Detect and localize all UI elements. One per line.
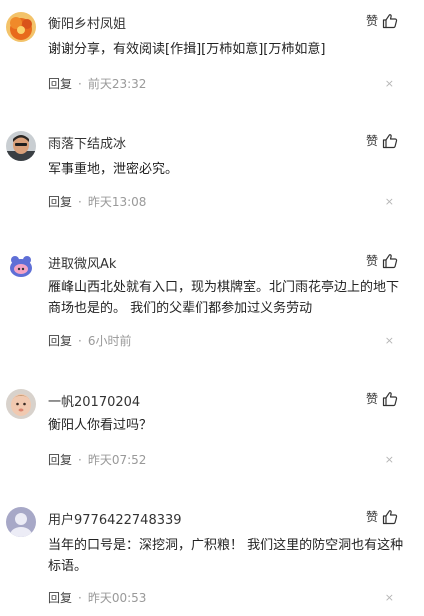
comment-text: 当年的口号是：深挖洞，广积粮！ 我们这里的防空洞也有这种标语。 <box>48 538 404 574</box>
comment-meta: 回复 · 昨天00:53 <box>48 589 146 606</box>
reply-button[interactable]: 回复 <box>48 589 72 606</box>
username[interactable]: 用户9776422748339 <box>48 509 182 528</box>
like-label: 赞 <box>365 510 378 524</box>
comment-time: 昨天00:53 <box>87 591 147 605</box>
like-button[interactable]: 赞 <box>366 508 398 525</box>
thumbs-up-icon <box>382 509 398 524</box>
close-icon[interactable]: × <box>385 592 394 604</box>
comment-item: 用户9776422748339 赞 当年的口号是：深挖洞，广积粮！ 我们这里的防… <box>0 0 424 616</box>
separator-dot: · <box>78 590 82 605</box>
default-user-avatar[interactable] <box>6 507 36 537</box>
